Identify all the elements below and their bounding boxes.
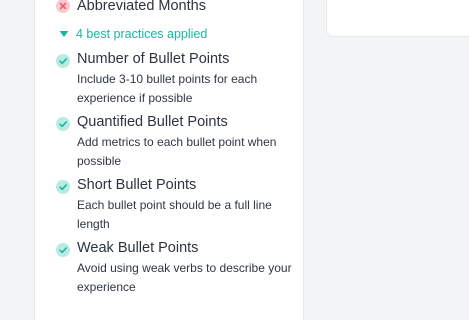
best-practices-toggle-label: 4 best practices applied	[76, 27, 208, 41]
practice-description: Add metrics to each bullet point when po…	[77, 135, 277, 168]
x-circle-icon	[56, 0, 70, 13]
caret-down-icon	[59, 25, 69, 43]
practice-description: Each bullet point should be a full line …	[77, 198, 272, 231]
resume-preview-card	[326, 0, 469, 37]
check-circle-icon	[56, 54, 70, 68]
practice-title[interactable]: Number of Bullet Points	[77, 51, 229, 67]
practice-description: Include 3-10 bullet points for each expe…	[77, 72, 258, 105]
best-practices-toggle[interactable]: 4 best practices applied	[59, 25, 207, 43]
practice-title[interactable]: Weak Bullet Points	[77, 240, 198, 256]
practice-title[interactable]: Quantified Bullet Points	[77, 114, 228, 130]
check-circle-icon	[56, 117, 70, 131]
practice-description: Avoid using weak verbs to describe your …	[77, 261, 292, 294]
practice-title[interactable]: Short Bullet Points	[77, 177, 196, 193]
check-circle-icon	[56, 180, 70, 194]
check-circle-icon	[56, 243, 70, 257]
failed-item-title[interactable]: Abbreviated Months	[77, 0, 206, 14]
